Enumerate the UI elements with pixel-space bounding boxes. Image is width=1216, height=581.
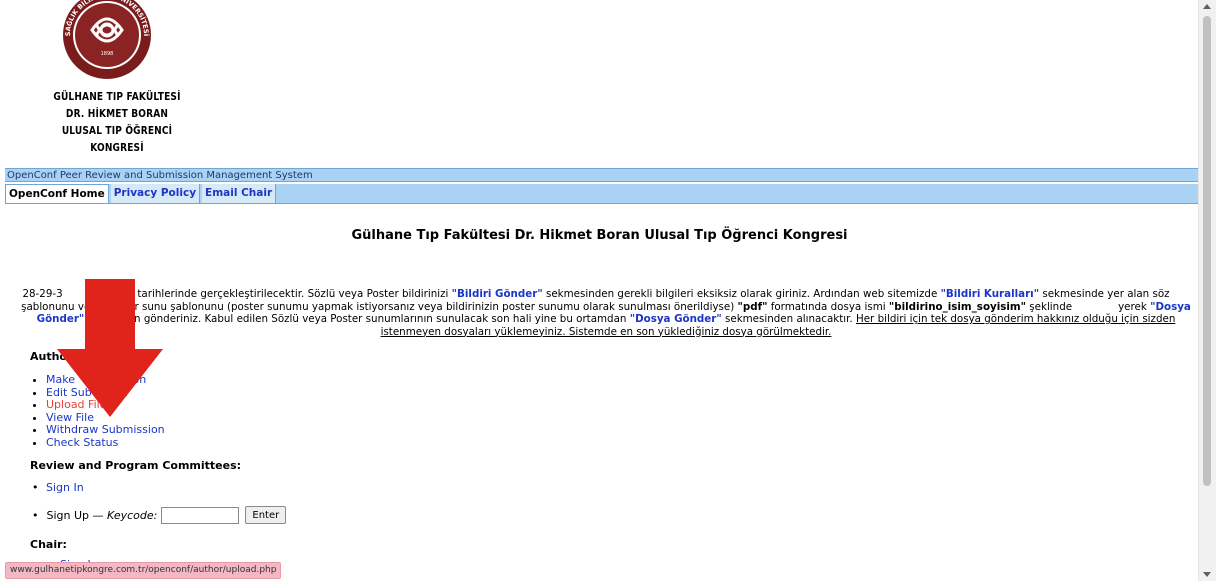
authors-heading: Autho xyxy=(30,350,67,363)
link-text-tail: ission xyxy=(96,385,129,399)
list-item: Check Status xyxy=(46,436,165,450)
check-status-link[interactable]: Check Status xyxy=(46,436,118,449)
logo-line-1: GÜLHANE TIP FAKÜLTESİ xyxy=(53,90,181,103)
intro-pdf: "pdf" xyxy=(737,300,768,313)
sign-up-label: Sign Up — xyxy=(46,508,108,522)
bullet: • xyxy=(32,481,39,494)
scroll-thumb[interactable] xyxy=(1203,16,1211,486)
upload-file-link[interactable]: Upload File xyxy=(46,398,106,411)
edit-submission-link[interactable]: Edit Sub ission xyxy=(46,386,128,399)
logo-line-3: ULUSAL TIP ÖĞRENCİ KONGRESİ xyxy=(61,124,173,154)
make-submission-link[interactable]: Make ission xyxy=(46,373,146,386)
keycode-label: Keycode: xyxy=(107,508,158,522)
page-title: Gülhane Tıp Fakültesi Dr. Hikmet Boran U… xyxy=(351,228,848,243)
intro-fragment: yerek xyxy=(1118,300,1151,313)
nav-privacy-policy[interactable]: Privacy Policy xyxy=(110,184,201,203)
view-file-link[interactable]: View File xyxy=(46,411,94,424)
status-bar-url: www.gulhanetipkongre.com.tr/openconf/aut… xyxy=(5,562,282,579)
system-title-bar: OpenConf Peer Review and Submission Mana… xyxy=(5,168,1199,182)
logo-caption: GÜLHANE TIP FAKÜLTESİ DR. HİKMET BORAN U… xyxy=(41,88,194,156)
link-text: Make xyxy=(46,373,75,386)
intro-fragment: sekmesinden alınacaktır. xyxy=(721,313,856,325)
sign-up-row: • Sign Up — Keycode: Enter xyxy=(32,506,287,524)
intro-fragment: 28-29-3 xyxy=(22,288,63,300)
scroll-down-icon[interactable] xyxy=(1203,572,1211,577)
logo-line-2: DR. HİKMET BORAN xyxy=(65,107,169,120)
sign-in-link[interactable]: Sign In xyxy=(46,481,84,494)
intro-fragment: sekmesinden gerekli bilgileri eksiksiz o… xyxy=(542,288,941,300)
withdraw-submission-link[interactable]: Withdraw Submission xyxy=(46,423,165,436)
vertical-scrollbar[interactable] xyxy=(1198,0,1216,581)
author-links: Make ission Edit Sub ission Upload File Vi… xyxy=(22,373,165,450)
committees-heading: Review and Program Committees: xyxy=(30,459,242,472)
bullet: • xyxy=(32,508,39,522)
intro-fragment: formatında dosya ismi xyxy=(767,300,889,313)
intro-fragment: sekmesinde yer alan söz xyxy=(1039,288,1170,300)
enter-button[interactable]: Enter xyxy=(245,506,287,524)
intro-fragment: şeklinde xyxy=(1026,300,1073,313)
nav-email-chair[interactable]: Email Chair xyxy=(202,184,277,203)
intro-fragment: şablonunu veya poster sunu şablonunu (po… xyxy=(21,300,738,313)
link-text-tail: ission xyxy=(114,373,147,386)
sign-in-row: • Sign In xyxy=(32,481,84,494)
intro-bildiri-gonder: "Bildiri Gönder" xyxy=(451,288,543,300)
page: 1898 SAĞLIK BİLİMLERİ ÜNİVERSİTESİ GÜLHA… xyxy=(0,0,1199,581)
intro-dosya-gonder-2: "Dosya Gönder" xyxy=(629,313,722,325)
keycode-input[interactable] xyxy=(161,506,240,524)
chair-heading: Chair: xyxy=(30,538,67,551)
intro-text: 28-29-3 2023 tarihlerinde gerçekleştiril… xyxy=(12,288,1199,338)
logo-emblem-icon: 1898 SAĞLIK BİLİMLERİ ÜNİVERSİTESİ xyxy=(63,0,151,79)
link-text: Edit Sub xyxy=(46,385,92,399)
scroll-up-icon[interactable] xyxy=(1203,4,1211,9)
intro-filename-format: "bildirino_isim_soyisim" xyxy=(888,300,1027,313)
intro-fragment: kısmından gönderiniz. Kabul edilen Sözlü… xyxy=(84,313,630,325)
nav-openconf-home[interactable]: OpenConf Home xyxy=(5,184,109,203)
top-nav: OpenConf Home Privacy Policy Email Chair xyxy=(5,184,1199,204)
intro-bildiri-kurallari: "Bildiri Kuralları" xyxy=(940,288,1040,300)
logo-year: 1898 xyxy=(101,51,114,57)
intro-fragment: 2023 tarihlerinde gerçekleştirilecektir.… xyxy=(104,288,452,300)
university-logo: 1898 SAĞLIK BİLİMLERİ ÜNİVERSİTESİ xyxy=(52,0,162,82)
